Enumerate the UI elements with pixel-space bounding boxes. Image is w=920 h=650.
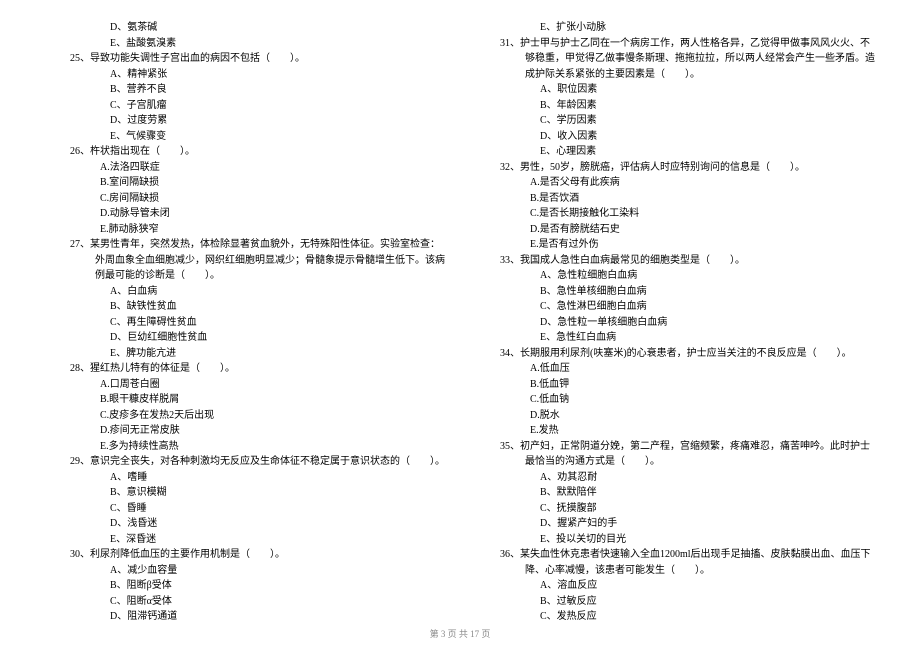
option: E.是否有过外伤 <box>475 237 875 253</box>
option: D、急性粒一单核细胞白血病 <box>475 315 875 331</box>
option: B、阻断β受体 <box>45 578 445 594</box>
question: 26、杵状指出现在（ ）。 <box>70 144 445 160</box>
option: A.低血压 <box>475 361 875 377</box>
option: C、阻断α受体 <box>45 594 445 610</box>
option: A、劝其忍耐 <box>475 470 875 486</box>
option: E、投以关切的目光 <box>475 532 875 548</box>
option: C.皮疹多在发热2天后出现 <box>45 408 445 424</box>
content-columns: D、氨茶碱E、盐酸氨溴素25、导致功能失调性子宫出血的病因不包括（ ）。A、精神… <box>45 20 875 625</box>
option: C、抚摸腹部 <box>475 501 875 517</box>
option: A.是否父母有此疾病 <box>475 175 875 191</box>
option: A、白血病 <box>45 284 445 300</box>
right-column: E、扩张小动脉31、护士甲与护士乙同在一个病房工作，两人性格各异，乙觉得甲做事风… <box>475 20 875 625</box>
option: B、缺铁性贫血 <box>45 299 445 315</box>
left-column: D、氨茶碱E、盐酸氨溴素25、导致功能失调性子宫出血的病因不包括（ ）。A、精神… <box>45 20 445 625</box>
option: D、巨幼红细胞性贫血 <box>45 330 445 346</box>
option: C.是否长期接触化工染料 <box>475 206 875 222</box>
option: C、子宫肌瘤 <box>45 98 445 114</box>
option: D.动脉导管未闭 <box>45 206 445 222</box>
option: E、急性红白血病 <box>475 330 875 346</box>
option: D、氨茶碱 <box>45 20 445 36</box>
question: 33、我国成人急性白血病最常见的细胞类型是（ ）。 <box>500 253 875 269</box>
question: 28、猩红热儿特有的体征是（ ）。 <box>70 361 445 377</box>
option: D、浅昏迷 <box>45 516 445 532</box>
option: D、握紧产妇的手 <box>475 516 875 532</box>
page-footer: 第 3 页 共 17 页 <box>0 627 920 640</box>
option: A、精神紧张 <box>45 67 445 83</box>
option: C、急性淋巴细胞白血病 <box>475 299 875 315</box>
option: A.法洛四联症 <box>45 160 445 176</box>
option: B、过敏反应 <box>475 594 875 610</box>
option: D.脱水 <box>475 408 875 424</box>
question: 31、护士甲与护士乙同在一个病房工作，两人性格各异，乙觉得甲做事风风火火、不够稳… <box>500 36 875 83</box>
option: E、盐酸氨溴素 <box>45 36 445 52</box>
question: 35、初产妇，正常阴道分娩，第二产程，宫缩频繁，疼痛难忍，痛苦呻吟。此时护士最恰… <box>500 439 875 470</box>
option: E.发热 <box>475 423 875 439</box>
option: C.房间隔缺损 <box>45 191 445 207</box>
option: A、嗜睡 <box>45 470 445 486</box>
option: C、再生障碍性贫血 <box>45 315 445 331</box>
option: E.肺动脉狭窄 <box>45 222 445 238</box>
option: E、深昏迷 <box>45 532 445 548</box>
option: B、意识模糊 <box>45 485 445 501</box>
option: A.口周苍白圈 <box>45 377 445 393</box>
option: D.疹间无正常皮肤 <box>45 423 445 439</box>
question: 27、某男性青年，突然发热，体检除显著贫血貌外，无特殊阳性体征。实验室检查：外周… <box>70 237 445 284</box>
option: E、心理因素 <box>475 144 875 160</box>
option: E、气候骤变 <box>45 129 445 145</box>
option: A、减少血容量 <box>45 563 445 579</box>
option: C.低血钠 <box>475 392 875 408</box>
option: B、营养不良 <box>45 82 445 98</box>
question: 32、男性，50岁，膀胱癌，评估病人时应特别询问的信息是（ ）。 <box>500 160 875 176</box>
option: E、脾功能亢进 <box>45 346 445 362</box>
option: A、职位因素 <box>475 82 875 98</box>
question: 29、意识完全丧失，对各种刺激均无反应及生命体征不稳定属于意识状态的（ ）。 <box>70 454 445 470</box>
option: D、收入因素 <box>475 129 875 145</box>
option: E.多为持续性高热 <box>45 439 445 455</box>
option: B.是否饮酒 <box>475 191 875 207</box>
option: B.眼干糠皮样脱屑 <box>45 392 445 408</box>
question: 36、某失血性休克患者快速输入全血1200ml后出现手足抽搐、皮肤黏膜出血、血压… <box>500 547 875 578</box>
option: B、年龄因素 <box>475 98 875 114</box>
option: C、昏睡 <box>45 501 445 517</box>
option: C、学历因素 <box>475 113 875 129</box>
option: B.室间隔缺损 <box>45 175 445 191</box>
question: 25、导致功能失调性子宫出血的病因不包括（ ）。 <box>70 51 445 67</box>
option: A、溶血反应 <box>475 578 875 594</box>
question: 30、利尿剂降低血压的主要作用机制是（ ）。 <box>70 547 445 563</box>
option: E、扩张小动脉 <box>475 20 875 36</box>
option: B、急性单核细胞白血病 <box>475 284 875 300</box>
option: B.低血钾 <box>475 377 875 393</box>
option: D.是否有膀胱结石史 <box>475 222 875 238</box>
option: B、默默陪伴 <box>475 485 875 501</box>
option: D、阻滞钙通道 <box>45 609 445 625</box>
question: 34、长期服用利尿剂(呋塞米)的心衰患者，护士应当关注的不良反应是（ ）。 <box>500 346 875 362</box>
option: A、急性粒细胞白血病 <box>475 268 875 284</box>
option: C、发热反应 <box>475 609 875 625</box>
option: D、过度劳累 <box>45 113 445 129</box>
